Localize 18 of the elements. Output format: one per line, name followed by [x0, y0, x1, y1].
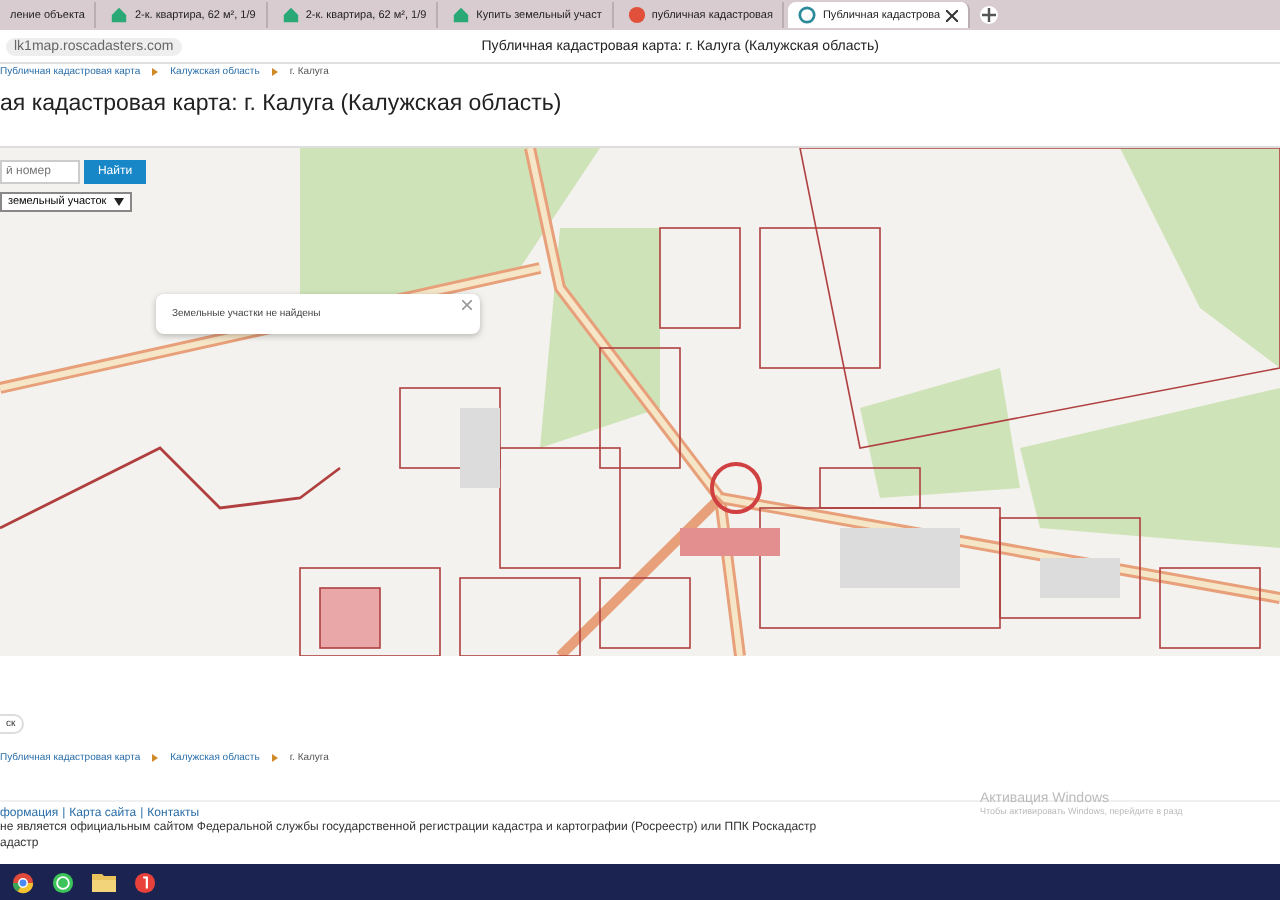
- plus-icon[interactable]: [980, 6, 999, 24]
- close-icon[interactable]: [946, 9, 959, 21]
- chevron-icon: [152, 754, 159, 762]
- chevron-icon: [271, 754, 278, 762]
- browser-icon[interactable]: [134, 871, 156, 893]
- chrome-icon[interactable]: [12, 871, 34, 893]
- folder-icon[interactable]: [92, 872, 116, 892]
- chevron-icon: [152, 68, 159, 76]
- circle-icon: [627, 6, 646, 24]
- house-icon: [452, 6, 471, 24]
- caret-icon: [114, 198, 124, 206]
- house-icon: [281, 6, 300, 24]
- globe-icon: [798, 6, 817, 24]
- map-drawing[interactable]: [0, 148, 1280, 656]
- chevron-icon: [271, 68, 278, 76]
- chat-icon[interactable]: [52, 871, 74, 893]
- page-heading: ая кадастровая карта: г. Калуга (Калужская область): [0, 92, 564, 120]
- house-icon: [110, 6, 129, 24]
